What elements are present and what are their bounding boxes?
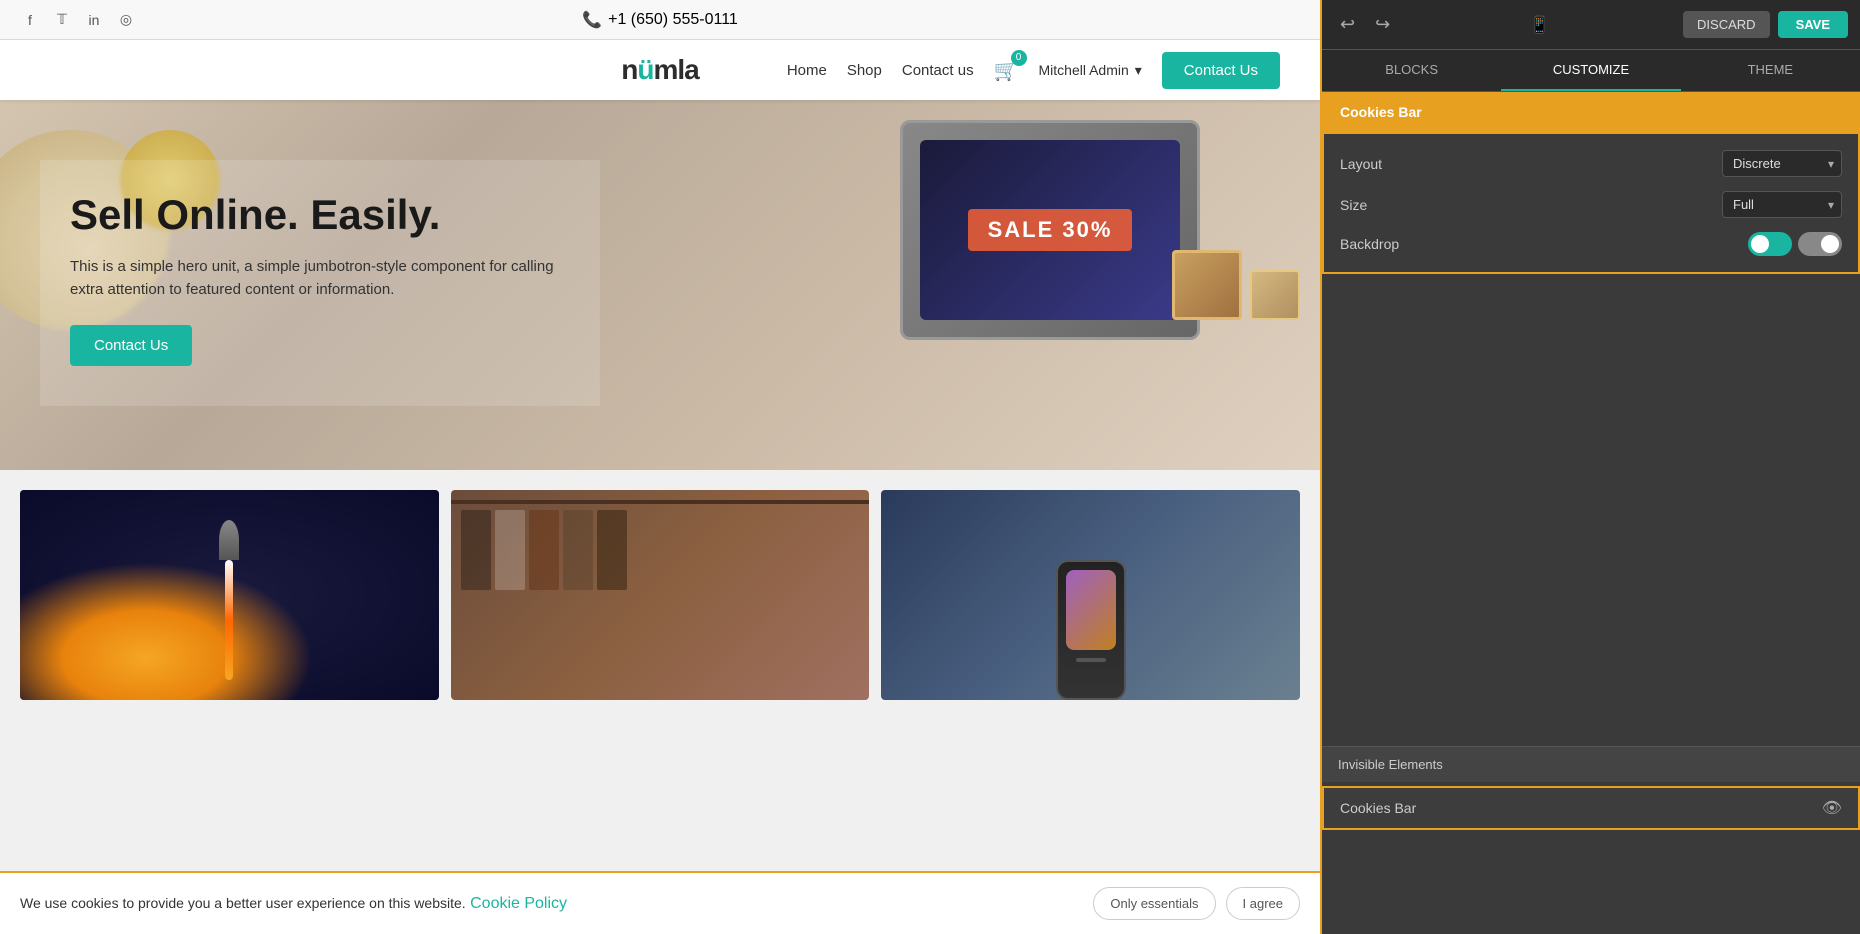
invisible-elements-section: Invisible Elements [1322, 746, 1860, 782]
product-card-2[interactable] [451, 490, 870, 700]
phone-icon: 📞 [582, 10, 602, 30]
tab-blocks[interactable]: BLOCKS [1322, 50, 1501, 91]
hero-section: SALE 30% Sell Online. Easily. This is a … [0, 100, 1320, 470]
cart-badge: 0 [1011, 50, 1027, 66]
cookie-text: We use cookies to provide you a better u… [20, 895, 466, 911]
toolbar-right: DISCARD SAVE [1683, 11, 1848, 38]
social-icons: f 𝕋 in ◎ [20, 10, 136, 30]
navbar-right: Home Shop Contact us 🛒 0 Mitchell Admin … [787, 52, 1280, 89]
layout-select[interactable]: Discrete Banner Floating [1722, 150, 1842, 177]
cookie-agree-button[interactable]: I agree [1226, 887, 1300, 920]
logo: nümla [621, 54, 698, 85]
nav-links: Home Shop Contact us 🛒 0 Mitchell Admin … [787, 58, 1142, 83]
clothes-image [451, 490, 870, 700]
cookie-message-container: We use cookies to provide you a better u… [20, 895, 567, 913]
discard-button[interactable]: DISCARD [1683, 11, 1770, 38]
phone-number: +1 (650) 555-0111 [608, 11, 738, 29]
size-select-wrapper: Full Compact Wide [1722, 191, 1842, 218]
bottom-cookies-bar: Cookies Bar 👁 [1322, 786, 1860, 830]
hero-subtitle: This is a simple hero unit, a simple jum… [70, 256, 560, 301]
phone-image [881, 490, 1300, 700]
rocket-image [20, 490, 439, 700]
cookie-bar: We use cookies to provide you a better u… [0, 871, 1320, 934]
twitter-icon[interactable]: 𝕋 [52, 10, 72, 30]
contact-button[interactable]: Contact Us [1162, 52, 1280, 89]
eye-icon[interactable]: 👁 [1822, 798, 1842, 818]
hero-title: Sell Online. Easily. [70, 190, 560, 240]
cookie-policy-link[interactable]: Cookie Policy [470, 895, 567, 912]
layout-select-wrapper: Discrete Banner Floating [1722, 150, 1842, 177]
undo-button[interactable]: ↩ [1334, 10, 1361, 39]
panel-tabs: BLOCKS CUSTOMIZE THEME [1322, 50, 1860, 92]
backdrop-toggle-off[interactable] [1798, 232, 1842, 256]
linkedin-icon[interactable]: in [84, 10, 104, 30]
toolbar-left: ↩ ↪ [1334, 10, 1396, 39]
panel-empty-area [1322, 278, 1860, 738]
product-card-1[interactable] [20, 490, 439, 700]
panel-content: Cookies Bar Layout Discrete Banner Float… [1322, 92, 1860, 934]
hero-cta-button[interactable]: Contact Us [70, 325, 192, 366]
right-panel: ↩ ↪ 📱 DISCARD SAVE BLOCKS CUSTOMIZE THEM… [1320, 0, 1860, 934]
cookie-buttons: Only essentials I agree [1093, 887, 1300, 920]
layout-label: Layout [1340, 156, 1382, 172]
backdrop-setting-row: Backdrop [1340, 232, 1842, 256]
tab-theme[interactable]: THEME [1681, 50, 1860, 91]
backdrop-toggle-container [1748, 232, 1842, 256]
size-setting-row: Size Full Compact Wide [1340, 191, 1842, 218]
nav-link-shop[interactable]: Shop [847, 62, 882, 79]
cookie-essentials-button[interactable]: Only essentials [1093, 887, 1215, 920]
settings-area: Layout Discrete Banner Floating Size Ful… [1322, 132, 1860, 274]
gift-decorations [1172, 250, 1300, 320]
phone-info: 📞 +1 (650) 555-0111 [582, 10, 738, 30]
invisible-elements-heading: Invisible Elements [1322, 746, 1860, 782]
cookies-bar-bottom-row: Cookies Bar 👁 [1324, 788, 1858, 828]
instagram-icon[interactable]: ◎ [116, 10, 136, 30]
cookies-bar-heading: Cookies Bar [1322, 92, 1860, 132]
redo-button[interactable]: ↪ [1369, 10, 1396, 39]
nav-link-contact[interactable]: Contact us [902, 62, 974, 79]
facebook-icon[interactable]: f [20, 10, 40, 30]
toolbar-center: 📱 [1522, 11, 1558, 39]
backdrop-toggle[interactable] [1748, 232, 1792, 256]
top-bar: f 𝕋 in ◎ 📞 +1 (650) 555-0111 [0, 0, 1320, 40]
save-button[interactable]: SAVE [1778, 11, 1848, 38]
nav-link-home[interactable]: Home [787, 62, 827, 79]
mobile-view-button[interactable]: 📱 [1522, 11, 1558, 39]
products-section [0, 470, 1320, 700]
chevron-down-icon: ▾ [1135, 62, 1142, 79]
layout-setting-row: Layout Discrete Banner Floating [1340, 150, 1842, 177]
size-label: Size [1340, 197, 1367, 213]
laptop-decoration: SALE 30% [900, 120, 1200, 340]
size-select[interactable]: Full Compact Wide [1722, 191, 1842, 218]
tab-customize[interactable]: CUSTOMIZE [1501, 50, 1680, 91]
user-menu[interactable]: Mitchell Admin ▾ [1039, 62, 1142, 79]
panel-toolbar: ↩ ↪ 📱 DISCARD SAVE [1322, 0, 1860, 50]
backdrop-label: Backdrop [1340, 236, 1399, 252]
cart-icon[interactable]: 🛒 0 [994, 58, 1019, 83]
navbar-center: nümla [621, 54, 698, 86]
hero-content: Sell Online. Easily. This is a simple he… [40, 160, 600, 406]
product-card-3[interactable] [881, 490, 1300, 700]
website-preview: f 𝕋 in ◎ 📞 +1 (650) 555-0111 nümla Home … [0, 0, 1320, 934]
user-name: Mitchell Admin [1039, 62, 1129, 78]
navbar: nümla Home Shop Contact us 🛒 0 Mitchell … [0, 40, 1320, 100]
cookies-bar-bottom-label: Cookies Bar [1340, 800, 1416, 816]
